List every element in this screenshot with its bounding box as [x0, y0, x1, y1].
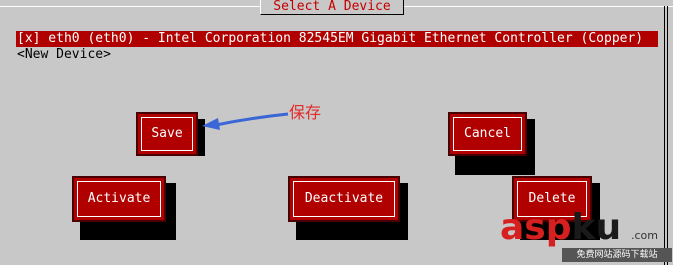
cancel-button[interactable]: Cancel: [448, 112, 527, 156]
dialog-frame-top-left: [0, 6, 260, 7]
dialog-title: Select A Device: [260, 0, 404, 15]
activate-button-label: Activate: [87, 191, 151, 206]
deactivate-button[interactable]: Deactivate: [288, 176, 400, 222]
activate-button[interactable]: Activate: [72, 176, 166, 222]
cancel-button-label: Cancel: [464, 126, 511, 141]
watermark-domain-suffix: .com: [631, 229, 658, 242]
dialog-frame-top-right: [404, 6, 673, 7]
device-item-new-device[interactable]: <New Device>: [16, 47, 658, 63]
watermark-subtitle: 免费网站源码下载站: [562, 248, 672, 262]
deactivate-button-label: Deactivate: [304, 191, 384, 206]
device-item-eth0[interactable]: [x] eth0 (eth0) - Intel Corporation 8254…: [16, 31, 658, 47]
save-button-label: Save: [151, 126, 183, 141]
watermark-brand: aspku: [500, 208, 621, 248]
annotation-save-label: 保存: [289, 103, 322, 122]
annotation-arrow-icon: [202, 112, 289, 130]
watermark-brand-red: asp: [500, 207, 572, 248]
watermark-logo: aspku .com 免费网站源码下载站: [500, 208, 673, 265]
watermark-brand-dark: ku: [571, 207, 622, 248]
device-list: [x] eth0 (eth0) - Intel Corporation 8254…: [16, 31, 658, 63]
save-button[interactable]: Save: [136, 112, 198, 156]
tui-screen: Select A Device [x] eth0 (eth0) - Intel …: [0, 0, 673, 265]
